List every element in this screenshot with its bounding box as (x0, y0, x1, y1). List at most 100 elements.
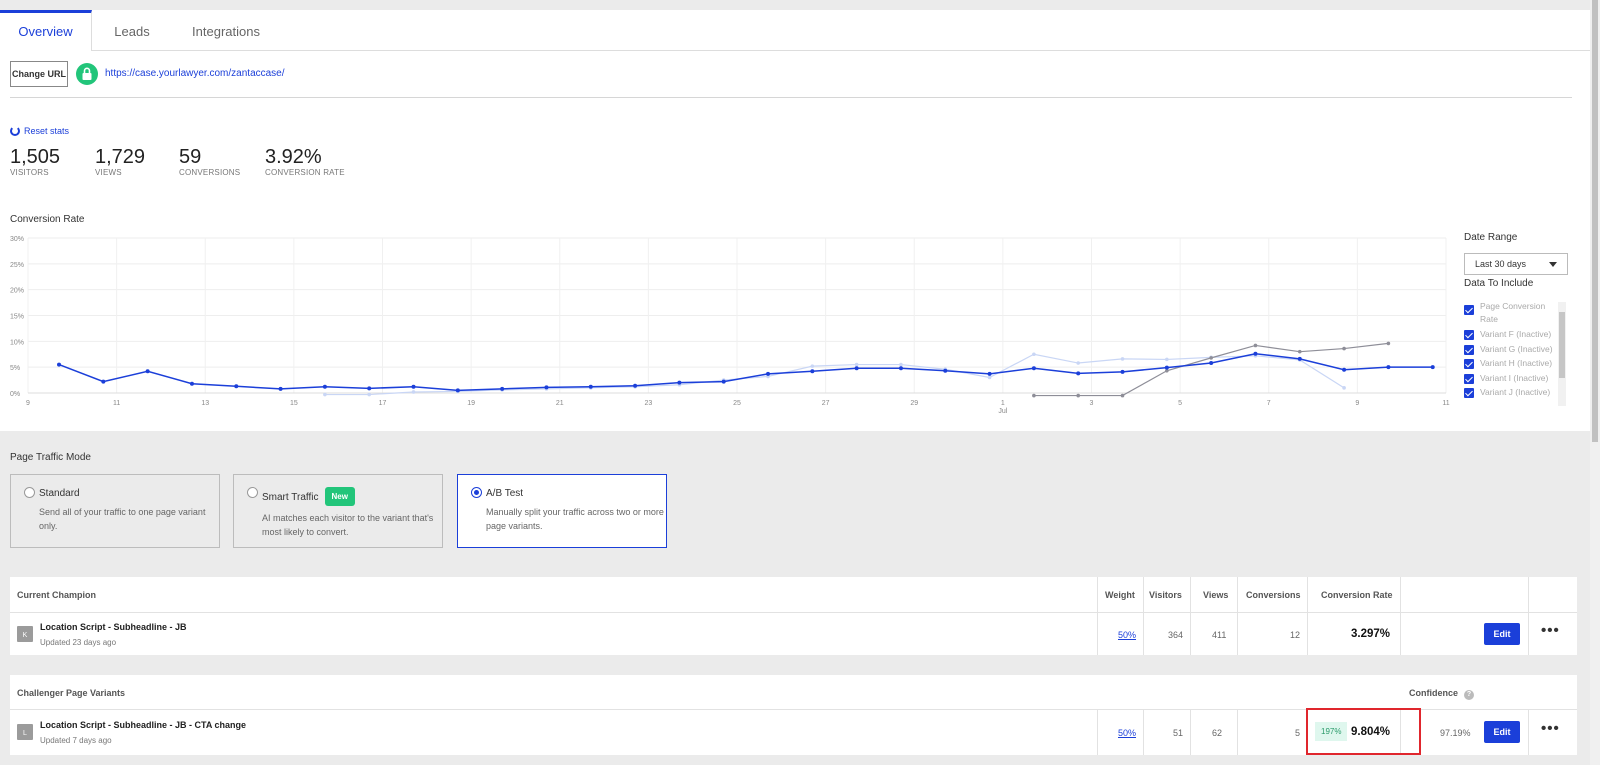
data-point[interactable] (898, 366, 903, 371)
data-point[interactable] (1253, 351, 1258, 356)
data-point[interactable] (1120, 393, 1125, 398)
data-point[interactable] (278, 386, 283, 391)
variant-name-link[interactable]: Location Script - Subheadline - JB (40, 622, 187, 632)
data-point[interactable] (1342, 346, 1346, 351)
data-point[interactable] (500, 386, 505, 391)
data-point[interactable] (1120, 357, 1125, 361)
edit-button[interactable]: Edit (1484, 623, 1520, 645)
data-point[interactable] (588, 384, 593, 389)
data-point[interactable] (367, 386, 372, 391)
mode-smart-traffic[interactable]: Smart Traffic New AI matches each visitor… (233, 474, 443, 548)
data-point[interactable] (943, 368, 948, 373)
include-variant-h[interactable]: Variant H (Inactive) (1464, 357, 1560, 372)
data-point[interactable] (411, 390, 416, 394)
data-point[interactable] (810, 369, 815, 374)
radio-button[interactable] (24, 487, 35, 498)
data-point[interactable] (987, 371, 992, 376)
data-point[interactable] (1297, 349, 1302, 354)
page-url-link[interactable]: https://case.yourlawyer.com/zantaccase/ (105, 68, 285, 79)
data-point[interactable] (721, 379, 726, 384)
x-tick-label: 1 (1001, 400, 1005, 407)
data-point[interactable] (455, 388, 460, 393)
chart-title: Conversion Rate (10, 214, 85, 225)
data-point[interactable] (810, 364, 815, 368)
checkbox[interactable] (1464, 373, 1474, 384)
tab-integrations[interactable]: Integrations (176, 10, 276, 51)
checkbox[interactable] (1464, 305, 1474, 315)
conversions-value: 5 (1295, 728, 1301, 738)
mode-standard[interactable]: Standard Send all of your traffic to one… (10, 474, 220, 548)
data-point[interactable] (766, 371, 771, 376)
include-variant-g[interactable]: Variant G (Inactive) (1464, 343, 1560, 358)
data-point[interactable] (1430, 365, 1435, 370)
radio-button[interactable] (247, 487, 258, 498)
data-point[interactable] (1342, 386, 1346, 390)
data-point[interactable] (1209, 356, 1213, 360)
checkbox[interactable] (1464, 344, 1474, 355)
more-options-icon[interactable]: ••• (1541, 720, 1560, 737)
stat-label: VIEWS (95, 168, 122, 177)
data-point[interactable] (1032, 393, 1036, 398)
checkbox[interactable] (1464, 359, 1474, 370)
info-icon[interactable]: ? (1464, 690, 1475, 700)
data-point[interactable] (189, 381, 194, 386)
new-badge: New (324, 487, 355, 506)
edit-button[interactable]: Edit (1484, 721, 1520, 743)
data-point[interactable] (1342, 367, 1347, 372)
weight-link[interactable]: 50% (1118, 728, 1136, 738)
data-point[interactable] (677, 380, 682, 385)
data-point[interactable] (1386, 341, 1391, 346)
data-point[interactable] (1165, 357, 1169, 362)
chart-grid (27, 237, 1447, 394)
y-tick-label: 15% (10, 314, 24, 321)
data-point[interactable] (899, 362, 903, 367)
reset-stats-link[interactable]: Reset stats (10, 126, 69, 136)
include-page-conversion-rate[interactable]: Page Conversion Rate (1464, 300, 1560, 328)
more-options-icon[interactable]: ••• (1541, 622, 1560, 639)
data-point[interactable] (854, 366, 859, 371)
variant-name-link[interactable]: Location Script - Subheadline - JB - CTA… (40, 720, 246, 730)
data-point[interactable] (411, 384, 416, 389)
include-label: Variant J (Inactive) (1480, 387, 1551, 398)
data-point[interactable] (1076, 361, 1081, 365)
data-point[interactable] (1031, 366, 1036, 371)
stat-conversion-rate: 3.92% CONVERSION RATE (265, 146, 345, 177)
data-point[interactable] (1120, 369, 1125, 374)
include-variant-i[interactable]: Variant I (Inactive) (1464, 372, 1560, 387)
date-range-select[interactable]: Last 30 days (1464, 253, 1568, 275)
tab-overview[interactable]: Overview (0, 10, 92, 51)
page-scrollbar[interactable] (1590, 0, 1600, 765)
data-point[interactable] (323, 392, 327, 397)
list-scrollbar-thumb[interactable] (1559, 312, 1565, 378)
mode-ab-test[interactable]: A/B Test Manually split your traffic acr… (457, 474, 667, 548)
weight-link[interactable]: 50% (1118, 630, 1136, 640)
data-point[interactable] (987, 375, 992, 380)
include-variant-f[interactable]: Variant F (Inactive) (1464, 328, 1560, 343)
checkbox[interactable] (1464, 330, 1474, 340)
checkbox[interactable] (1464, 388, 1474, 399)
change-url-button[interactable]: Change URL (10, 61, 68, 87)
data-point[interactable] (1076, 371, 1081, 376)
data-point[interactable] (1253, 343, 1258, 348)
data-point[interactable] (1386, 365, 1391, 370)
data-point[interactable] (1032, 352, 1036, 357)
data-point[interactable] (101, 379, 106, 384)
variant-l-icon: L (17, 724, 33, 740)
tab-leads[interactable]: Leads (92, 10, 172, 51)
data-point[interactable] (57, 362, 62, 367)
data-point[interactable] (367, 392, 372, 397)
radio-button[interactable] (471, 487, 482, 498)
include-variant-j[interactable]: Variant J (Inactive) (1464, 386, 1560, 401)
data-point[interactable] (633, 383, 638, 388)
data-point[interactable] (1297, 356, 1302, 361)
data-point[interactable] (145, 369, 150, 374)
data-point[interactable] (234, 384, 239, 389)
data-point[interactable] (544, 385, 549, 390)
variant-updated: Updated 23 days ago (40, 638, 117, 647)
data-point[interactable] (1164, 365, 1169, 370)
data-point[interactable] (854, 362, 859, 367)
page-scrollbar-thumb[interactable] (1592, 0, 1598, 442)
data-point[interactable] (1076, 393, 1081, 398)
data-point[interactable] (1209, 361, 1214, 366)
data-point[interactable] (322, 384, 327, 389)
